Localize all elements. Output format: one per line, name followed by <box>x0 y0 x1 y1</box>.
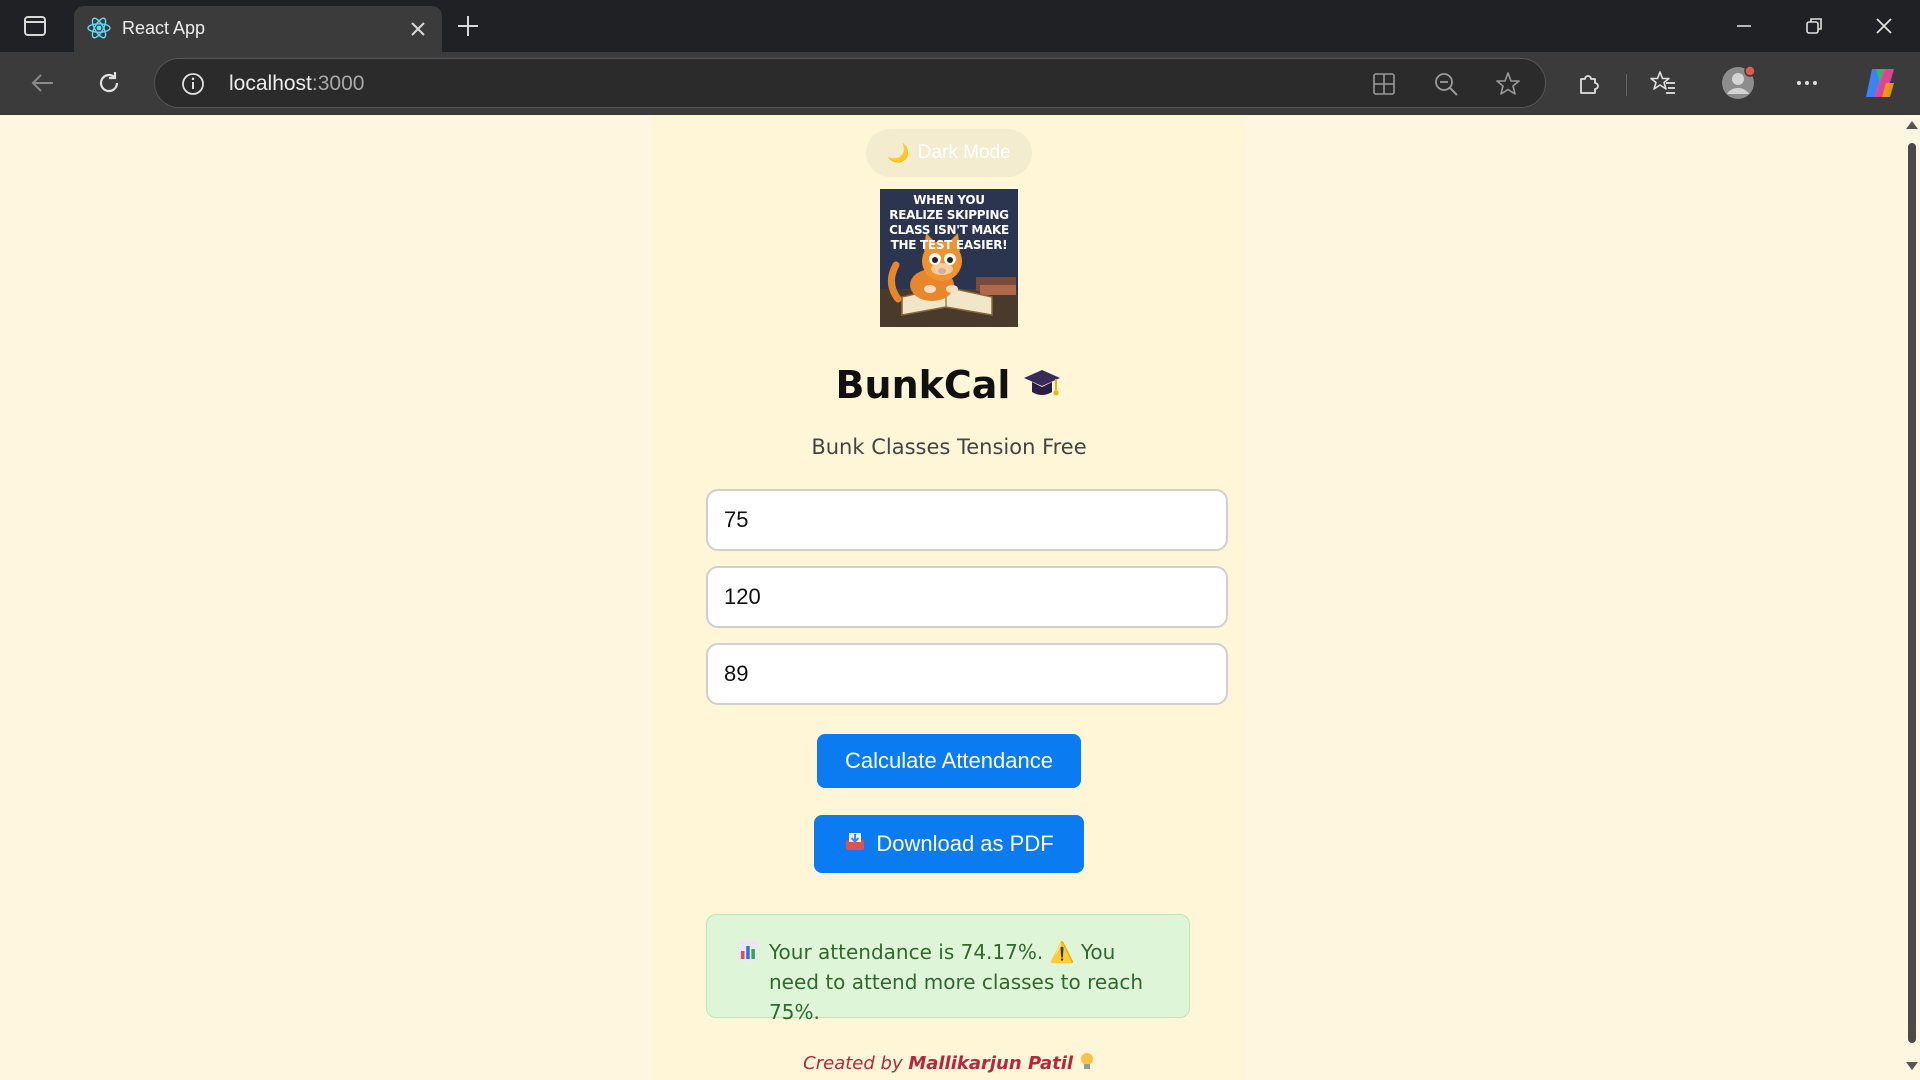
address-bar[interactable]: localhost:3000 <box>154 58 1546 108</box>
browser-tab-bar: React App <box>0 0 1920 52</box>
graduation-cap-icon <box>1022 366 1062 411</box>
tab-title: React App <box>122 18 206 38</box>
profile-avatar-icon[interactable] <box>1720 65 1756 101</box>
favorites-icon[interactable] <box>1648 68 1678 98</box>
app-available-icon[interactable] <box>1371 71 1397 97</box>
calculate-attendance-button[interactable]: Calculate Attendance <box>817 734 1081 788</box>
url-port: :3000 <box>311 72 365 95</box>
close-tab-icon[interactable] <box>408 19 428 39</box>
scroll-thumb[interactable] <box>1908 143 1916 1043</box>
more-options-icon[interactable] <box>1792 68 1822 98</box>
total-classes-input[interactable] <box>706 566 1228 628</box>
dark-mode-label: Dark Mode <box>917 142 1011 163</box>
react-icon <box>86 15 112 41</box>
bar-chart-icon <box>737 937 769 1027</box>
download-label: Download as PDF <box>876 831 1054 856</box>
moon-icon: 🌙 <box>887 142 910 163</box>
site-info-icon[interactable] <box>181 72 205 96</box>
favorite-star-icon[interactable] <box>1495 71 1521 97</box>
browser-toolbar: localhost:3000 <box>0 52 1920 115</box>
restore-icon[interactable] <box>1800 12 1828 40</box>
browser-tab[interactable]: React App <box>74 6 442 52</box>
footer-author[interactable]: Mallikarjun Patil <box>908 1053 1073 1074</box>
attendance-result: Your attendance is 74.17%. ⚠️ You need t… <box>706 914 1190 1024</box>
minimize-icon[interactable] <box>1730 12 1758 40</box>
url-host: localhost <box>229 72 312 95</box>
scroll-down-arrow-icon[interactable] <box>1906 1062 1918 1070</box>
footer-credit: Created by Mallikarjun Patil <box>652 1052 1246 1074</box>
page-viewport: 🌙 Dark Mode WHEN YOU REALIZE SKIPPING CL… <box>0 115 1920 1080</box>
inbox-tray-icon <box>844 830 866 858</box>
tagline: Bunk Classes Tension Free <box>811 435 1087 459</box>
page-scrollbar[interactable] <box>1904 115 1920 1080</box>
zoom-out-icon[interactable] <box>1433 71 1459 97</box>
calculate-label: Calculate Attendance <box>845 748 1053 773</box>
back-icon[interactable] <box>26 66 60 100</box>
toolbar-separator <box>1626 74 1627 96</box>
footer-prefix: Created by <box>803 1053 909 1074</box>
close-window-icon[interactable] <box>1870 12 1898 40</box>
result-text: Your attendance is 74.17%. ⚠️ You need t… <box>769 940 1144 1024</box>
reload-icon[interactable] <box>92 66 126 100</box>
copilot-icon[interactable] <box>1862 65 1898 101</box>
new-tab-icon[interactable] <box>454 12 482 40</box>
url-text[interactable]: localhost:3000 <box>229 72 364 96</box>
required-percentage-input[interactable] <box>706 489 1228 551</box>
lightbulb-icon <box>1079 1053 1095 1074</box>
app-title: BunkCal <box>652 363 1246 411</box>
meme-image: WHEN YOU REALIZE SKIPPING CLASS ISN'T MA… <box>880 189 1018 327</box>
meme-caption: WHEN YOU REALIZE SKIPPING CLASS ISN'T MA… <box>889 193 1009 252</box>
sidebar-toggle-icon[interactable] <box>22 14 48 38</box>
app-container: 🌙 Dark Mode WHEN YOU REALIZE SKIPPING CL… <box>652 115 1246 1080</box>
scroll-up-arrow-icon[interactable] <box>1906 121 1918 129</box>
attended-classes-input[interactable] <box>706 643 1228 705</box>
title-text: BunkCal <box>835 363 1011 407</box>
download-pdf-button[interactable]: Download as PDF <box>814 815 1084 873</box>
extensions-icon[interactable] <box>1574 68 1604 98</box>
dark-mode-toggle[interactable]: 🌙 Dark Mode <box>866 129 1032 177</box>
